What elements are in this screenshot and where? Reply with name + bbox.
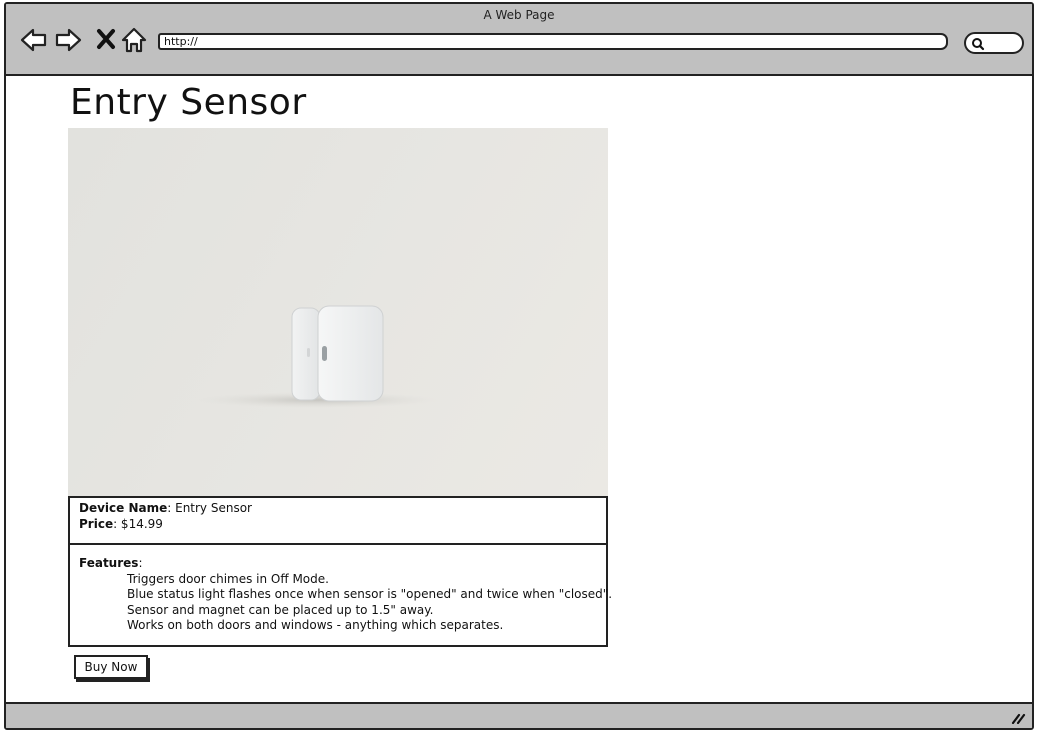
browser-toolbar: A Web Page http:// bbox=[6, 4, 1032, 76]
device-name-value: : Entry Sensor bbox=[167, 501, 252, 515]
browser-window: A Web Page http:// Entry Sensor Device N… bbox=[4, 2, 1034, 730]
feature-item: Triggers door chimes in Off Mode. bbox=[127, 571, 329, 586]
device-info-box: Device Name: Entry Sensor Price: $14.99 bbox=[68, 496, 608, 545]
feature-item: Blue status light flashes once when sens… bbox=[127, 587, 613, 602]
price-value: : $14.99 bbox=[113, 517, 163, 531]
price-label: Price bbox=[79, 517, 114, 531]
status-bar bbox=[6, 702, 1032, 728]
features-list: Triggers door chimes in Off Mode. Blue s… bbox=[79, 571, 613, 634]
resize-grip-icon[interactable] bbox=[1010, 712, 1026, 724]
home-icon[interactable] bbox=[120, 26, 148, 54]
product-image bbox=[68, 128, 608, 496]
feature-item: Works on both doors and windows - anythi… bbox=[127, 618, 504, 633]
price-row: Price: $14.99 bbox=[79, 516, 597, 532]
feature-item: Sensor and magnet can be placed up to 1.… bbox=[127, 602, 434, 617]
search-field[interactable] bbox=[964, 32, 1024, 54]
features-heading: Features: bbox=[79, 556, 597, 572]
features-label: Features bbox=[79, 556, 139, 570]
close-x-icon[interactable] bbox=[96, 28, 116, 56]
forward-arrow-icon[interactable] bbox=[54, 26, 82, 54]
page-title: Entry Sensor bbox=[70, 82, 307, 123]
back-arrow-icon[interactable] bbox=[20, 26, 48, 54]
search-icon bbox=[972, 38, 985, 51]
features-suffix: : bbox=[138, 556, 143, 570]
device-name-row: Device Name: Entry Sensor bbox=[79, 500, 597, 516]
window-title: A Web Page bbox=[483, 8, 555, 22]
url-input[interactable]: http:// bbox=[158, 33, 948, 50]
buy-now-button[interactable]: Buy Now bbox=[74, 655, 148, 679]
device-name-label: Device Name bbox=[79, 501, 168, 515]
features-box: Features: Triggers door chimes in Off Mo… bbox=[68, 545, 613, 647]
